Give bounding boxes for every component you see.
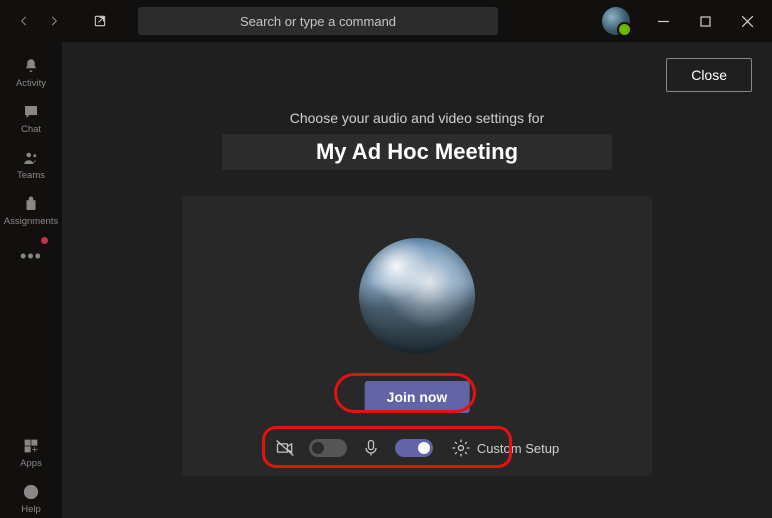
rail-item-teams[interactable]: Teams xyxy=(0,144,62,184)
rail-item-assignments[interactable]: Assignments xyxy=(0,190,62,230)
preview-avatar xyxy=(359,238,475,354)
device-controls-row: Custom Setup xyxy=(182,438,652,458)
rail-item-label: Chat xyxy=(21,124,41,135)
chat-icon xyxy=(21,102,41,122)
rail-item-label: Apps xyxy=(20,458,42,469)
help-icon xyxy=(21,482,41,502)
nav-back-button[interactable] xyxy=(10,7,38,35)
meeting-title-input[interactable]: My Ad Hoc Meeting xyxy=(222,134,612,170)
titlebar: Search or type a command xyxy=(0,0,772,42)
user-avatar[interactable] xyxy=(602,7,630,35)
rail-item-label: Help xyxy=(21,504,41,515)
rail-item-help[interactable]: Help xyxy=(0,478,62,518)
video-preview-card: Join now Custom Setup xyxy=(182,196,652,476)
custom-setup-button[interactable]: Custom Setup xyxy=(451,438,559,458)
bell-icon xyxy=(21,56,41,76)
teams-icon xyxy=(21,148,41,168)
rail-item-chat[interactable]: Chat xyxy=(0,98,62,138)
rail-item-apps[interactable]: Apps xyxy=(0,432,62,472)
custom-setup-label: Custom Setup xyxy=(477,441,559,456)
search-input[interactable]: Search or type a command xyxy=(138,7,498,35)
join-now-button[interactable]: Join now xyxy=(365,381,470,413)
nav-forward-button[interactable] xyxy=(40,7,68,35)
window-close-button[interactable] xyxy=(726,0,768,42)
apps-icon xyxy=(21,436,41,456)
microphone-toggle[interactable] xyxy=(395,439,433,457)
pre-join-stage: Close Choose your audio and video settin… xyxy=(62,42,772,518)
rail-item-label: Assignments xyxy=(4,216,58,227)
rail-item-label: Teams xyxy=(17,170,45,181)
notification-badge xyxy=(41,237,48,244)
camera-toggle[interactable] xyxy=(309,439,347,457)
open-new-window-button[interactable] xyxy=(86,7,114,35)
left-rail: Activity Chat Teams Assignments xyxy=(0,42,62,518)
assignments-icon xyxy=(21,194,41,214)
rail-item-activity[interactable]: Activity xyxy=(0,52,62,92)
settings-prompt: Choose your audio and video settings for xyxy=(82,110,752,126)
microphone-icon xyxy=(361,438,381,458)
window-maximize-button[interactable] xyxy=(684,0,726,42)
rail-item-label: Activity xyxy=(16,78,46,89)
rail-item-more[interactable]: ••• xyxy=(0,236,62,276)
search-placeholder: Search or type a command xyxy=(240,14,396,29)
close-button[interactable]: Close xyxy=(666,58,752,92)
gear-icon xyxy=(451,438,471,458)
camera-off-icon xyxy=(275,438,295,458)
more-icon: ••• xyxy=(21,246,41,266)
window-minimize-button[interactable] xyxy=(642,0,684,42)
